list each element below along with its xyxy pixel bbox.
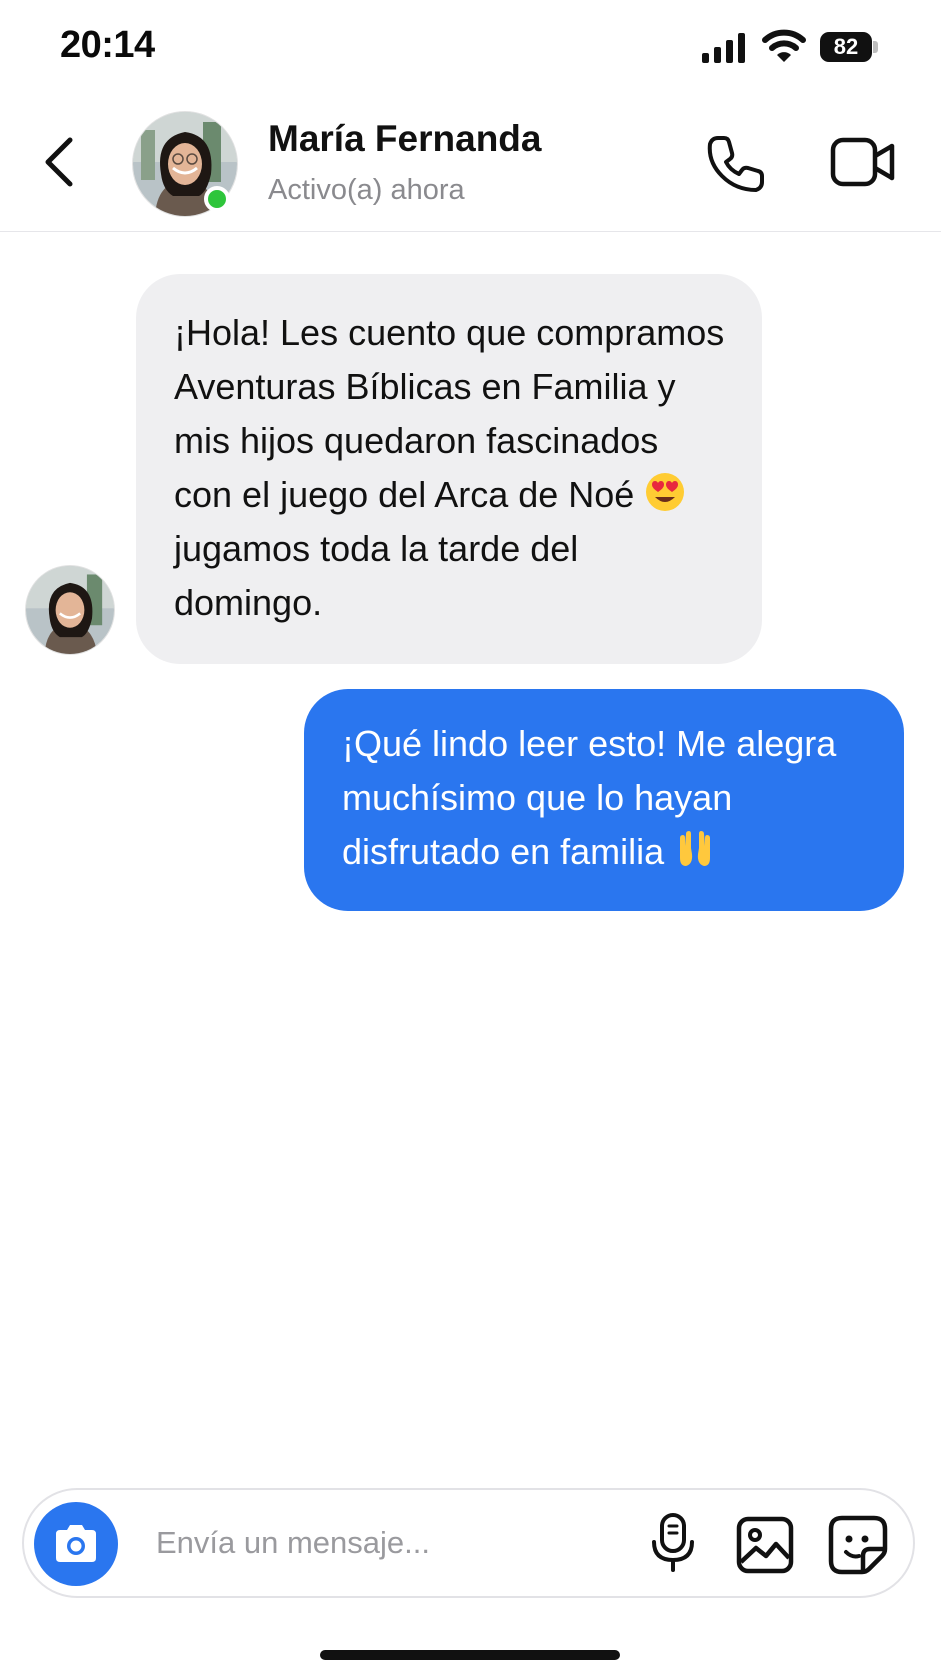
message-composer: [22, 1488, 915, 1598]
raising-hands-emoji-icon: [680, 831, 711, 866]
chat-screen: 20:14 82 María Fernanda Activo(a) ahora …: [0, 0, 941, 1672]
heart-eyes-emoji-icon: [646, 473, 685, 511]
microphone-icon[interactable]: [648, 1512, 698, 1574]
sticker-icon[interactable]: [828, 1515, 888, 1575]
chat-header: María Fernanda Activo(a) ahora: [0, 96, 941, 232]
battery-cap: [873, 41, 878, 53]
contact-name[interactable]: María Fernanda: [268, 118, 541, 160]
home-indicator: [320, 1650, 620, 1660]
outgoing-message-text: ¡Qué lindo leer esto! Me alegra muchísim…: [342, 723, 837, 872]
phone-icon[interactable]: [704, 132, 768, 196]
status-bar: 20:14 82: [0, 0, 941, 96]
online-indicator: [204, 186, 230, 212]
image-icon[interactable]: [736, 1516, 794, 1574]
contact-status: Activo(a) ahora: [268, 174, 465, 206]
wifi-icon: [762, 29, 806, 62]
video-camera-icon[interactable]: [830, 134, 896, 190]
incoming-message-text: ¡Hola! Les cuento que compramos Aventura…: [174, 312, 725, 515]
incoming-message-bubble: ¡Hola! Les cuento que compramos Aventura…: [136, 274, 762, 664]
cellular-signal-icon: [702, 33, 745, 63]
camera-icon: [56, 1525, 96, 1562]
message-input[interactable]: [156, 1518, 616, 1568]
camera-button[interactable]: [34, 1502, 118, 1586]
outgoing-message-bubble: ¡Qué lindo leer esto! Me alegra muchísim…: [304, 689, 904, 911]
avatar-photo-small: [26, 566, 114, 654]
back-chevron-icon[interactable]: [36, 132, 84, 192]
battery-icon: 82: [820, 32, 878, 62]
battery-level: 82: [820, 32, 872, 62]
incoming-message-text-end: jugamos toda la tarde del domingo.: [174, 528, 579, 623]
incoming-sender-avatar: [26, 566, 114, 654]
status-time: 20:14: [60, 24, 155, 66]
